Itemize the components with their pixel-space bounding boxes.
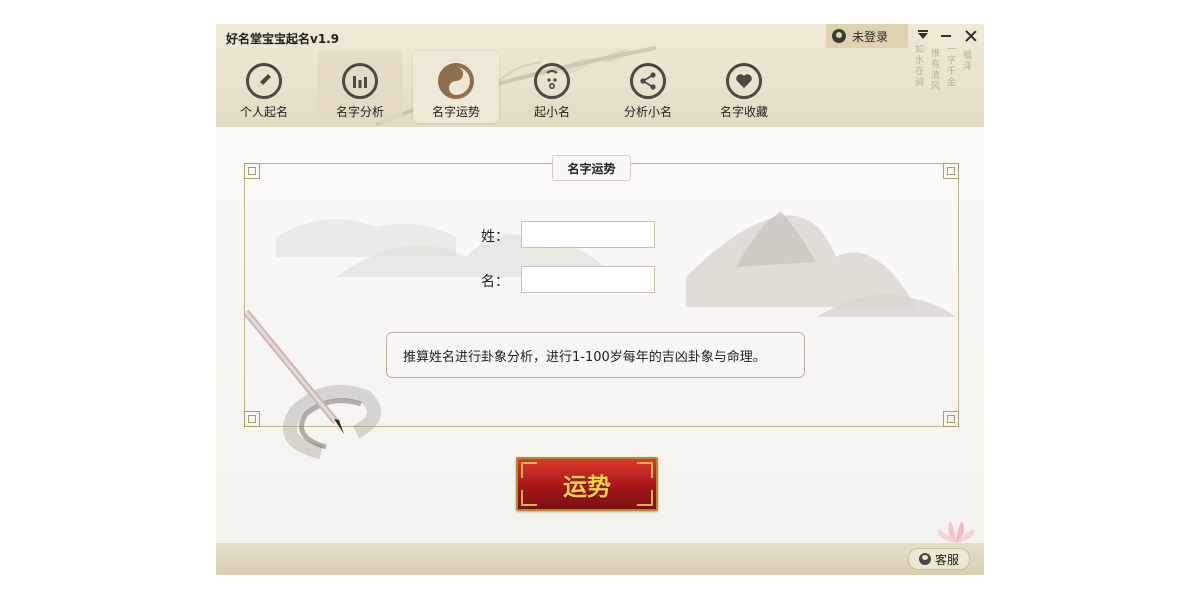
nav-item-name-analysis[interactable]: 名字分析 (317, 51, 403, 123)
frame-ornament (943, 411, 959, 427)
app-title: 好名堂宝宝起名v1.9 (226, 32, 340, 46)
share-icon (630, 63, 666, 99)
section-title: 名字运势 (552, 155, 631, 181)
nav-label: 名字运势 (431, 105, 480, 119)
nav-item-nickname[interactable]: 起小名 (509, 51, 595, 123)
surname-input[interactable] (521, 221, 655, 248)
decorative-brush (243, 309, 381, 459)
pencil-icon (246, 63, 282, 99)
frame-ornament (943, 163, 959, 179)
customer-service-label: 客服 (934, 552, 959, 567)
app-window: 如水在涧 惟有清风 一字千金 福泽 好名堂宝宝起名v1.9 未登录 个人起名 名… (216, 24, 984, 575)
dropdown-icon (918, 30, 928, 39)
decorative-lotus (937, 521, 975, 543)
given-name-label: 名： (481, 274, 509, 290)
login-button[interactable]: 未登录 (826, 24, 908, 48)
nav-label: 起小名 (533, 105, 570, 119)
minimize-icon (941, 35, 951, 37)
nav-item-name-favorites[interactable]: 名字收藏 (701, 51, 787, 123)
minimize-button[interactable] (936, 26, 956, 46)
nav-label: 分析小名 (623, 105, 672, 119)
button-ornament (521, 462, 537, 478)
button-ornament (521, 490, 537, 506)
nav-label: 名字收藏 (719, 105, 768, 119)
fortune-button[interactable]: 运势 (516, 457, 658, 511)
content-area: 名字运势 姓： 名： 推算姓名进行卦象分析，进行1-100岁每年的吉凶卦象与命理… (216, 127, 984, 543)
button-ornament (637, 490, 653, 506)
close-icon (965, 30, 977, 42)
heart-icon (726, 63, 762, 99)
login-label: 未登录 (852, 29, 889, 44)
headset-icon (918, 553, 931, 565)
baby-face-icon (534, 63, 570, 99)
yin-yang-icon (438, 63, 474, 99)
bar-chart-icon (342, 63, 378, 99)
nav-item-personal-naming[interactable]: 个人起名 (221, 51, 307, 123)
customer-service-button[interactable]: 客服 (908, 548, 970, 570)
nav-item-nickname-analysis[interactable]: 分析小名 (605, 51, 691, 123)
decorative-calligraphy: 如水在涧 惟有清风 一字千金 福泽 (913, 44, 971, 92)
frame-ornament (244, 163, 260, 179)
button-ornament (637, 462, 653, 478)
nav-item-name-fortune[interactable]: 名字运势 (413, 51, 499, 123)
nav-label: 名字分析 (335, 105, 384, 119)
surname-label: 姓： (481, 229, 509, 245)
user-icon (832, 29, 846, 43)
description-text: 推算姓名进行卦象分析，进行1-100岁每年的吉凶卦象与命理。 (403, 349, 766, 365)
dropdown-menu-button[interactable] (913, 26, 933, 46)
footer-bar: 客服 (216, 543, 984, 575)
close-button[interactable] (961, 26, 981, 46)
fortune-button-label: 运势 (563, 472, 611, 501)
nav-label: 个人起名 (239, 105, 288, 119)
header-bar: 如水在涧 惟有清风 一字千金 福泽 好名堂宝宝起名v1.9 未登录 个人起名 名… (216, 24, 984, 127)
description-box: 推算姓名进行卦象分析，进行1-100岁每年的吉凶卦象与命理。 (386, 332, 805, 378)
given-name-input[interactable] (521, 266, 655, 293)
